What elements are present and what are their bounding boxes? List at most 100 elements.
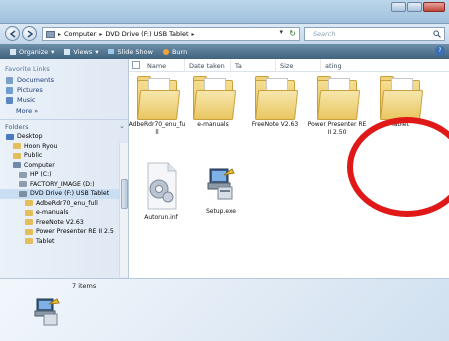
folders-label: Folders [5,123,29,131]
favorite-link-pictures[interactable]: Pictures [0,85,128,95]
file-item-freenote[interactable]: FreeNote V2.63 [245,76,305,129]
column-date-taken[interactable]: Date taken [185,59,231,72]
tree-item-label: HP (C:) [30,171,52,179]
column-name[interactable]: Name [143,59,185,72]
file-item-e-manuals[interactable]: e-manuals [183,76,243,129]
highlight-circle [347,117,449,217]
address-bar-row: ▸ Computer ▸ DVD Drive (F:) USB Tablet ▸… [0,24,449,44]
tree-item-label: Computer [24,161,55,169]
tree-item-label: FACTORY_IMAGE (D:) [30,180,95,188]
file-item-label: Autorun.inf [144,214,178,221]
tree-item-factory-image[interactable]: FACTORY_IMAGE (D:) [0,180,128,190]
select-all-checkbox[interactable] [132,61,140,69]
documents-icon [6,76,13,84]
file-item-autorun[interactable]: Autorun.inf [131,161,191,222]
folder-icon [25,200,33,207]
burn-icon [162,48,169,55]
search-placeholder: Search [313,30,336,38]
column-size[interactable]: Size [276,59,321,72]
command-toolbar: Organize ▾ Views ▾ Slide Show Burn ? [0,44,449,59]
more-links[interactable]: More » [0,105,128,117]
tree-item-desktop[interactable]: Desktop [0,132,128,142]
folder-tree-scrollbar[interactable] [119,143,128,277]
drive-installer-icon [34,298,60,326]
organize-menu[interactable]: Organize ▾ [10,48,54,56]
help-icon[interactable]: ? [435,46,445,56]
navigation-pane: Favorite Links Documents Pictures Music … [0,59,129,278]
minimize-button[interactable] [391,2,406,12]
folder-icon [380,76,424,120]
file-item-power-presenter[interactable]: Power Presenter RE II 2.50 [307,76,367,136]
slideshow-button[interactable]: Slide Show [108,48,153,56]
item-count: 7 items [72,282,97,290]
hard-drive-icon [19,181,27,188]
tree-item-hp-c[interactable]: HP (C:) [0,170,128,180]
file-item-adberdr[interactable]: AdbeRdr70_enu_fu ll [127,76,187,136]
back-arrow-icon [9,30,16,38]
window-controls [391,2,445,12]
forward-button[interactable] [22,26,37,41]
file-item-setup[interactable]: Setup.exe [191,161,251,216]
folder-icon [25,219,33,226]
tree-item-label: e-manuals [36,209,69,217]
tree-item-dvd-drive[interactable]: DVD Drive (F:) USB Tablet [0,189,128,199]
folder-icon [193,76,237,120]
breadcrumb-drive[interactable]: DVD Drive (F:) USB Tablet [105,30,188,38]
tree-item-label: Tablet [36,237,55,245]
desktop-icon [6,133,14,140]
installer-icon [207,168,235,200]
burn-button[interactable]: Burn [162,48,187,56]
search-icon[interactable] [433,30,441,38]
maximize-button[interactable] [407,2,422,12]
tree-item-label: Public [24,152,43,160]
tree-item-label: AdbeRdr70_enu_full [36,199,98,207]
tree-item-freenote[interactable]: FreeNote V2.63 [0,218,128,228]
tree-item-label: Hoon Ryou [24,142,58,150]
breadcrumb-separator-icon: ▸ [99,30,103,38]
file-item-label: AdbeRdr70_enu_fu ll [128,121,186,136]
breadcrumb-computer[interactable]: Computer [64,30,96,38]
tree-item-user[interactable]: Hoon Ryou [0,142,128,152]
tree-item-power-presenter[interactable]: Power Presenter RE II 2.5 [0,227,128,237]
views-menu[interactable]: Views ▾ [64,48,98,56]
file-item-label: Power Presenter RE II 2.50 [307,121,367,136]
details-pane: 7 items [0,278,449,341]
user-folder-icon [13,143,21,150]
folder-icon [13,152,21,159]
tree-item-label: FreeNote V2.63 [36,218,84,226]
tree-item-e-manuals[interactable]: e-manuals [0,208,128,218]
favorite-link-documents[interactable]: Documents [0,75,128,85]
favorite-link-label: Documents [17,76,55,84]
chevron-down-icon: ⌄ [119,122,125,130]
forward-arrow-icon [27,30,34,38]
folder-icon [137,76,181,120]
favorite-link-label: Music [17,96,36,104]
favorite-links-heading: Favorite Links [5,65,50,73]
computer-icon [13,162,21,169]
tree-item-computer[interactable]: Computer [0,161,128,171]
tree-item-label: Power Presenter RE II 2.5 [36,228,114,236]
tree-item-adberdr[interactable]: AdbeRdr70_enu_full [0,199,128,209]
folders-header[interactable]: Folders ⌄ [0,119,128,132]
tree-item-public[interactable]: Public [0,151,128,161]
chevron-down-icon: ▾ [51,47,55,56]
favorite-link-label: Pictures [17,86,43,94]
favorite-link-music[interactable]: Music [0,95,128,105]
address-dropdown-icon[interactable]: ▾ [279,28,283,36]
folder-icon [25,238,33,245]
close-button[interactable] [423,2,445,12]
back-button[interactable] [5,26,20,41]
title-bar [0,0,449,24]
column-rating[interactable]: ating [321,59,381,72]
organize-label: Organize [19,47,49,56]
folder-tree: Desktop Hoon Ryou Public Computer HP (C:… [0,132,128,246]
settings-file-icon [147,162,177,210]
column-tags[interactable]: Ta [231,59,276,72]
search-input[interactable]: Search [304,27,445,41]
file-item-label: Setup.exe [205,208,236,215]
refresh-icon[interactable]: ↻ [289,29,296,38]
scrollbar-thumb[interactable] [121,179,128,209]
tree-item-tablet[interactable]: Tablet [0,237,128,247]
folder-icon [25,228,33,235]
address-input[interactable]: ▸ Computer ▸ DVD Drive (F:) USB Tablet ▸… [42,27,300,41]
